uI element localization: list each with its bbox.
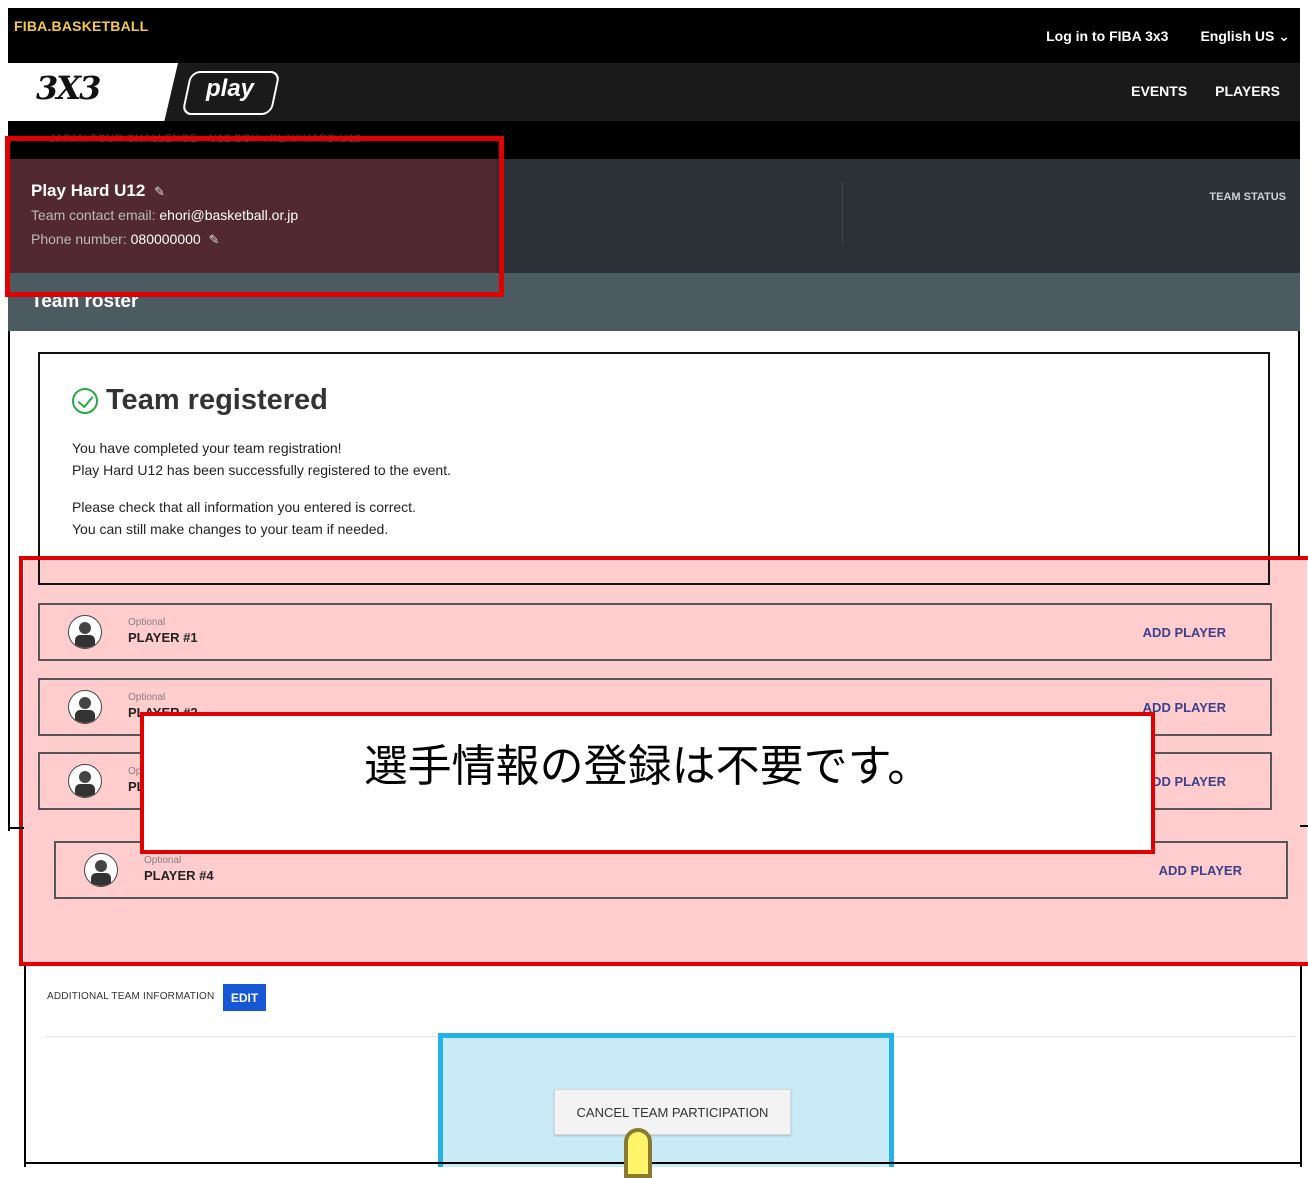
3x3-logo[interactable]: 3X3 — [36, 69, 101, 107]
login-link[interactable]: Log in to FIBA 3x3 — [1046, 28, 1168, 45]
frame-edge — [24, 966, 26, 1167]
registered-line: You can still make changes to your team … — [72, 521, 389, 537]
roster-title: Team roster — [31, 291, 139, 312]
check-circle-icon — [72, 387, 98, 414]
header-divider — [842, 183, 843, 245]
nav-links: EVENTS PLAYERS — [1131, 83, 1280, 99]
roster-bar — [8, 273, 1300, 331]
frame-edge — [24, 1162, 1302, 1164]
team-status-label: TEAM STATUS — [1209, 191, 1286, 203]
registered-line: Play Hard U12 has been successfully regi… — [72, 462, 451, 478]
nav-players[interactable]: PLAYERS — [1215, 83, 1280, 99]
registered-line: You have completed your team registratio… — [72, 440, 342, 456]
additional-info-label: ADDITIONAL TEAM INFORMATION — [47, 991, 215, 1002]
registered-line: Please check that all information you en… — [72, 499, 416, 515]
frame-edge — [8, 827, 24, 829]
chevron-down-icon: ⌄ — [1278, 28, 1290, 44]
frame-edge — [1300, 966, 1302, 1167]
fiba-brand-link[interactable]: FIBA.BASKETBALL — [14, 18, 148, 34]
play-logo[interactable]: play — [206, 75, 254, 103]
frame-edge — [8, 331, 10, 831]
nav-events[interactable]: EVENTS — [1131, 83, 1187, 99]
top-links: Log in to FIBA 3x3 English US ⌄ — [1046, 28, 1290, 45]
main-nav: 3X3 play EVENTS PLAYERS — [8, 63, 1300, 121]
cancel-participation-button[interactable]: CANCEL TEAM PARTICIPATION — [554, 1089, 791, 1135]
registered-title: Team registered — [106, 384, 328, 416]
language-label: English US — [1200, 28, 1275, 44]
language-selector[interactable]: English US ⌄ — [1200, 28, 1290, 45]
frame-edge — [1300, 825, 1308, 827]
note-text: 選手情報の登録は不要です。 — [363, 741, 932, 792]
pointer-indicator-icon — [624, 1128, 652, 1178]
registered-heading: Team registered — [72, 384, 328, 417]
edit-button[interactable]: EDIT — [223, 984, 266, 1011]
